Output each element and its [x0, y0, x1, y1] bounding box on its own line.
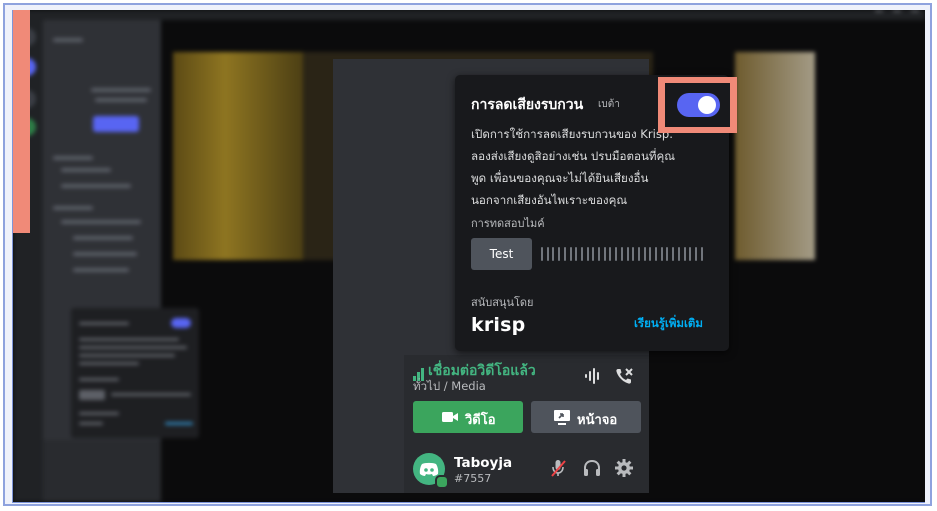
sidebar-button[interactable]	[93, 116, 139, 132]
highlight-bar	[13, 10, 30, 233]
meter-tick	[609, 247, 612, 261]
meter-tick	[575, 247, 578, 261]
meter-tick	[694, 247, 697, 261]
meter-tick	[649, 247, 652, 261]
voice-channel-name[interactable]: ทั่วไป / Media	[413, 378, 486, 396]
meter-tick	[637, 247, 640, 261]
screen-share-icon	[554, 410, 570, 425]
meter-tick	[569, 247, 572, 261]
meter-tick	[580, 247, 583, 261]
voice-status-label: เชื่อมต่อวิดีโอแล้ว	[428, 363, 536, 379]
beta-badge: เบต้า	[598, 99, 620, 110]
meter-tick	[620, 247, 623, 261]
meter-tick	[660, 247, 663, 261]
meter-tick	[632, 247, 635, 261]
krisp-logo: krisp	[471, 314, 526, 336]
mic-test-button[interactable]: Test	[471, 238, 532, 270]
meter-tick	[598, 247, 600, 261]
screen-share-button[interactable]: หน้าจอ	[531, 401, 641, 433]
wave-icon[interactable]	[584, 367, 602, 385]
maximize-icon[interactable]	[893, 10, 901, 12]
title-bar	[13, 10, 925, 20]
meter-tick	[615, 247, 618, 261]
meter-tick	[672, 247, 675, 261]
popup-title: การลดเสียงรบกวน	[471, 97, 584, 113]
learn-more-link[interactable]: เรียนรู้เพิ่มเติม	[634, 315, 703, 333]
meter-tick	[558, 247, 561, 261]
video-button-label: วิดีโอ	[465, 413, 496, 428]
meter-tick	[626, 247, 629, 261]
video-tile[interactable]	[735, 52, 815, 260]
screen-share-label: หน้าจอ	[577, 413, 618, 428]
user-panel-preview	[43, 440, 161, 502]
online-status-icon	[435, 475, 449, 489]
zoomed-sidebar	[333, 59, 404, 493]
popup-description: เปิดการใช้การลดเสียงรบกวนของ Krisp. ลองส…	[471, 123, 721, 211]
meter-tick	[689, 247, 692, 261]
meter-tick	[666, 247, 669, 261]
camera-icon	[442, 412, 458, 422]
meter-tick	[677, 247, 680, 261]
user-tag: #7557	[454, 472, 492, 485]
supported-by-label: สนับสนุนโดย	[471, 296, 534, 309]
headphones-icon[interactable]	[582, 458, 602, 478]
popup-preview	[71, 308, 199, 438]
description-line: พูด เพื่อนของคุณจะไม่ได้ยินเสียงอื่น	[471, 171, 649, 185]
meter-tick	[592, 247, 595, 261]
meter-tick	[700, 247, 703, 261]
close-icon[interactable]	[911, 10, 919, 12]
avatar[interactable]	[413, 453, 449, 489]
meter-tick	[643, 247, 646, 261]
meter-tick	[541, 247, 543, 261]
description-line: ลองส่งเสียงดูสิอย่างเช่น ปรบมือตอนที่คุณ	[471, 149, 676, 163]
meter-tick	[683, 247, 686, 261]
meter-tick	[563, 247, 566, 261]
minimize-icon[interactable]	[875, 10, 883, 12]
gear-icon[interactable]	[614, 458, 634, 478]
meter-tick	[546, 247, 549, 261]
hangup-icon[interactable]	[614, 366, 634, 386]
meter-tick	[655, 247, 657, 261]
noise-suppression-toggle[interactable]	[677, 93, 720, 117]
video-button[interactable]: วิดีโอ	[413, 401, 523, 433]
video-tile[interactable]	[173, 52, 303, 260]
mute-icon[interactable]	[548, 458, 568, 478]
mic-test-label: การทดสอบไมค์	[471, 217, 545, 230]
description-line: นอกจากเสียงอันไพเราะของคุณ	[471, 193, 628, 207]
toggle-knob	[698, 96, 716, 114]
username: Taboyja	[454, 455, 513, 471]
toggle-highlight	[658, 77, 737, 133]
meter-tick	[603, 247, 606, 261]
meter-tick	[586, 247, 589, 261]
meter-tick	[552, 247, 555, 261]
